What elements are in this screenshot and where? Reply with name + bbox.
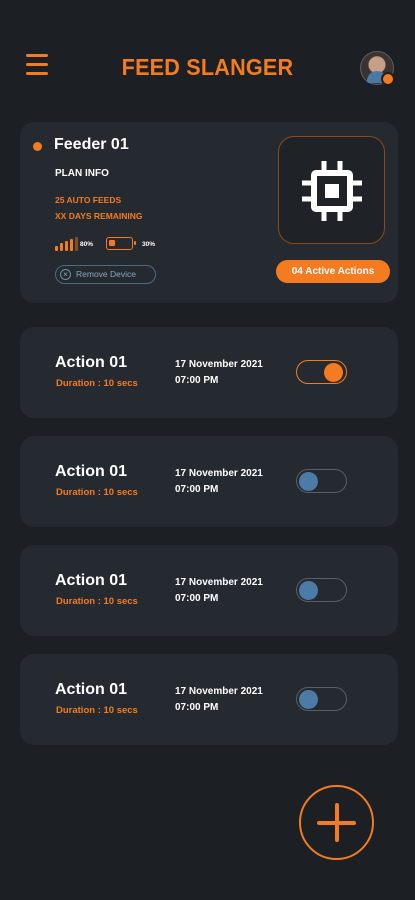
action-toggle[interactable] xyxy=(296,687,347,711)
battery-value: 30% xyxy=(142,241,156,248)
remove-device-button[interactable]: × Remove Device xyxy=(55,265,156,284)
action-duration: Duration : 10 secs xyxy=(56,378,138,389)
action-duration: Duration : 10 secs xyxy=(56,487,138,498)
close-icon: × xyxy=(60,269,71,280)
action-title: Action 01 xyxy=(55,354,128,371)
battery-icon xyxy=(106,237,136,250)
device-chip-tile[interactable] xyxy=(278,136,385,244)
add-action-button[interactable] xyxy=(299,785,374,860)
action-toggle[interactable] xyxy=(296,360,347,384)
action-date: 17 November 2021 xyxy=(175,468,263,479)
action-card[interactable]: Action 01 Duration : 10 secs 17 November… xyxy=(20,545,398,636)
action-duration: Duration : 10 secs xyxy=(56,705,138,716)
signal-icon xyxy=(55,237,78,251)
action-date: 17 November 2021 xyxy=(175,359,263,370)
auto-feeds-count: 25 AUTO FEEDS xyxy=(55,195,122,205)
action-toggle[interactable] xyxy=(296,578,347,602)
action-date: 17 November 2021 xyxy=(175,686,263,697)
action-title: Action 01 xyxy=(55,572,128,589)
action-duration: Duration : 10 secs xyxy=(56,596,138,607)
avatar[interactable] xyxy=(360,51,395,86)
status-dot xyxy=(381,72,395,86)
signal-value: 80% xyxy=(80,241,94,248)
feeder-name: Feeder 01 xyxy=(54,136,129,153)
days-remaining: XX DAYS REMAINING xyxy=(55,211,143,221)
action-title: Action 01 xyxy=(55,681,128,698)
action-time: 07:00 PM xyxy=(175,593,219,604)
app-header: FEED SLANGER xyxy=(0,0,415,130)
action-title: Action 01 xyxy=(55,463,128,480)
chip-icon xyxy=(302,161,362,221)
action-card[interactable]: Action 01 Duration : 10 secs 17 November… xyxy=(20,654,398,745)
online-status-dot xyxy=(33,142,42,151)
remove-device-label: Remove Device xyxy=(76,269,136,279)
active-actions-badge[interactable]: 04 Active Actions xyxy=(276,260,390,283)
feeder-card[interactable]: Feeder 01 PLAN INFO 25 AUTO FEEDS XX DAY… xyxy=(20,122,398,303)
plan-info-label: PLAN INFO xyxy=(55,168,109,179)
app-title: FEED SLANGER xyxy=(121,54,294,80)
action-time: 07:00 PM xyxy=(175,375,219,386)
action-card[interactable]: Action 01 Duration : 10 secs 17 November… xyxy=(20,436,398,527)
action-card[interactable]: Action 01 Duration : 10 secs 17 November… xyxy=(20,327,398,418)
action-time: 07:00 PM xyxy=(175,702,219,713)
action-date: 17 November 2021 xyxy=(175,577,263,588)
action-time: 07:00 PM xyxy=(175,484,219,495)
action-toggle[interactable] xyxy=(296,469,347,493)
